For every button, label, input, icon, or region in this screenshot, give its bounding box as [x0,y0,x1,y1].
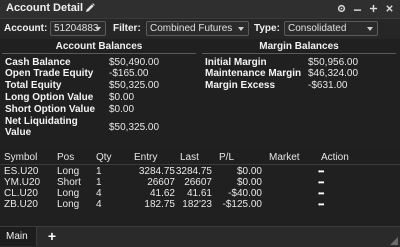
cell-entry: 41.62 [149,188,175,199]
filter-label: Filter: [113,23,141,34]
column-header-entry[interactable]: Entry [134,152,157,163]
total-equity-label: Total Equity [5,80,62,91]
cash-balance-value: $50,490.00 [109,57,160,68]
table-row[interactable]: ZB.U20 Long 4 182.75 182'23 -$125.00 ••• [0,200,400,210]
close-icon[interactable] [384,2,394,14]
column-header-symbol[interactable]: Symbol [4,152,37,163]
column-header-pl[interactable]: P/L [219,152,234,163]
more-icon[interactable]: ••• [318,190,328,200]
chevron-down-icon [95,27,101,31]
cell-last: 41.61 [186,188,212,199]
cell-pos: Long [57,166,80,177]
column-header-market[interactable]: Market [269,152,300,163]
table-row[interactable]: ES.U20 Long 1 3284.75 3284.75 $0.00 ••• [0,167,400,177]
cell-last: 26607 [184,177,212,188]
cell-pos: Short [57,177,81,188]
cell-pl: -$125.00 [222,199,262,210]
chevron-down-icon [367,27,373,31]
pin-icon[interactable] [368,2,378,14]
account-value: 51204883 [54,23,99,34]
long-option-value-value: $0.00 [109,92,135,103]
cash-balance-label: Cash Balance [5,57,71,68]
maintenance-margin-value: $46,324.00 [308,68,359,79]
short-option-value-value: $0.00 [109,104,135,115]
minimize-icon[interactable] [352,2,362,14]
net-liquidating-value: $50,325.00 [109,122,160,133]
maintenance-margin-label: Maintenance Margin [205,68,302,79]
cell-symbol: CL.U20 [4,188,38,199]
cell-last: 3284.75 [175,166,212,177]
net-liquidating-label: Net Liquidating [5,116,78,127]
plus-icon[interactable]: + [46,228,58,244]
account-select[interactable]: 51204883 [50,21,106,36]
tab-main[interactable]: Main [0,227,37,246]
short-option-value-label: Short Option Value [5,104,96,115]
column-header-action[interactable]: Action [321,152,349,163]
cell-entry: 3284.75 [138,166,175,177]
margin-excess-label: Margin Excess [205,80,276,91]
type-select[interactable]: Consolidated [284,21,378,36]
filter-bar: Account: 51204883 Filter: Combined Futur… [0,19,400,39]
cell-entry: 182.75 [144,199,175,210]
more-icon[interactable]: ••• [318,201,328,211]
cell-pl: $0.00 [236,177,262,188]
more-icon[interactable]: ••• [318,179,328,189]
chevron-down-icon [238,27,244,31]
positions-table-header: Symbol Pos Qty Entry Last P/L Market Act… [0,150,400,165]
cell-symbol: ZB.U20 [4,199,38,210]
column-header-last[interactable]: Last [180,152,199,163]
cell-symbol: YM.U20 [4,177,41,188]
table-row[interactable]: CL.U20 Long 4 41.62 41.61 -$40.00 ••• [0,189,400,199]
open-trade-equity-value: -$165.00 [109,68,149,79]
more-icon[interactable]: ••• [318,168,328,178]
type-value: Consolidated [288,23,347,34]
margin-excess-value: -$631.00 [308,80,348,91]
cell-last: 182'23 [182,199,212,210]
long-option-value-label: Long Option Value [5,92,94,103]
tab-bar: Main + [0,226,400,247]
title-bar[interactable]: Account Detail [0,0,400,19]
column-header-pos[interactable]: Pos [57,152,74,163]
total-equity-value: $50,325.00 [109,80,160,91]
divider [2,53,196,54]
cell-qty: 1 [96,166,102,177]
divider [202,53,396,54]
cell-pos: Long [57,188,80,199]
account-label: Account: [4,23,48,34]
tab-label: Main [6,231,28,242]
resize-grip-icon[interactable] [390,237,398,245]
pencil-icon[interactable] [85,3,95,13]
gear-icon[interactable] [336,2,346,14]
window-title: Account Detail [6,2,84,14]
cell-pl: $0.00 [236,166,262,177]
net-liquidating-label-line2: Value [5,127,32,138]
cell-entry: 26607 [147,177,175,188]
initial-margin-label: Initial Margin [205,57,267,68]
cell-qty: 1 [96,177,102,188]
cell-qty: 4 [96,199,102,210]
cell-pl: -$40.00 [228,188,262,199]
account-detail-window: Account Detail Account: 51204883 Filter:… [0,0,400,247]
open-trade-equity-label: Open Trade Equity [5,68,94,79]
column-header-qty[interactable]: Qty [96,152,112,163]
cell-pos: Long [57,199,80,210]
table-row[interactable]: YM.U20 Short 1 26607 26607 $0.00 ••• [0,178,400,188]
filter-select[interactable]: Combined Futures [146,21,249,36]
initial-margin-value: $50,956.00 [308,57,359,68]
filter-value: Combined Futures [150,23,233,34]
cell-qty: 4 [96,188,102,199]
type-label: Type: [254,23,280,34]
cell-symbol: ES.U20 [4,166,39,177]
